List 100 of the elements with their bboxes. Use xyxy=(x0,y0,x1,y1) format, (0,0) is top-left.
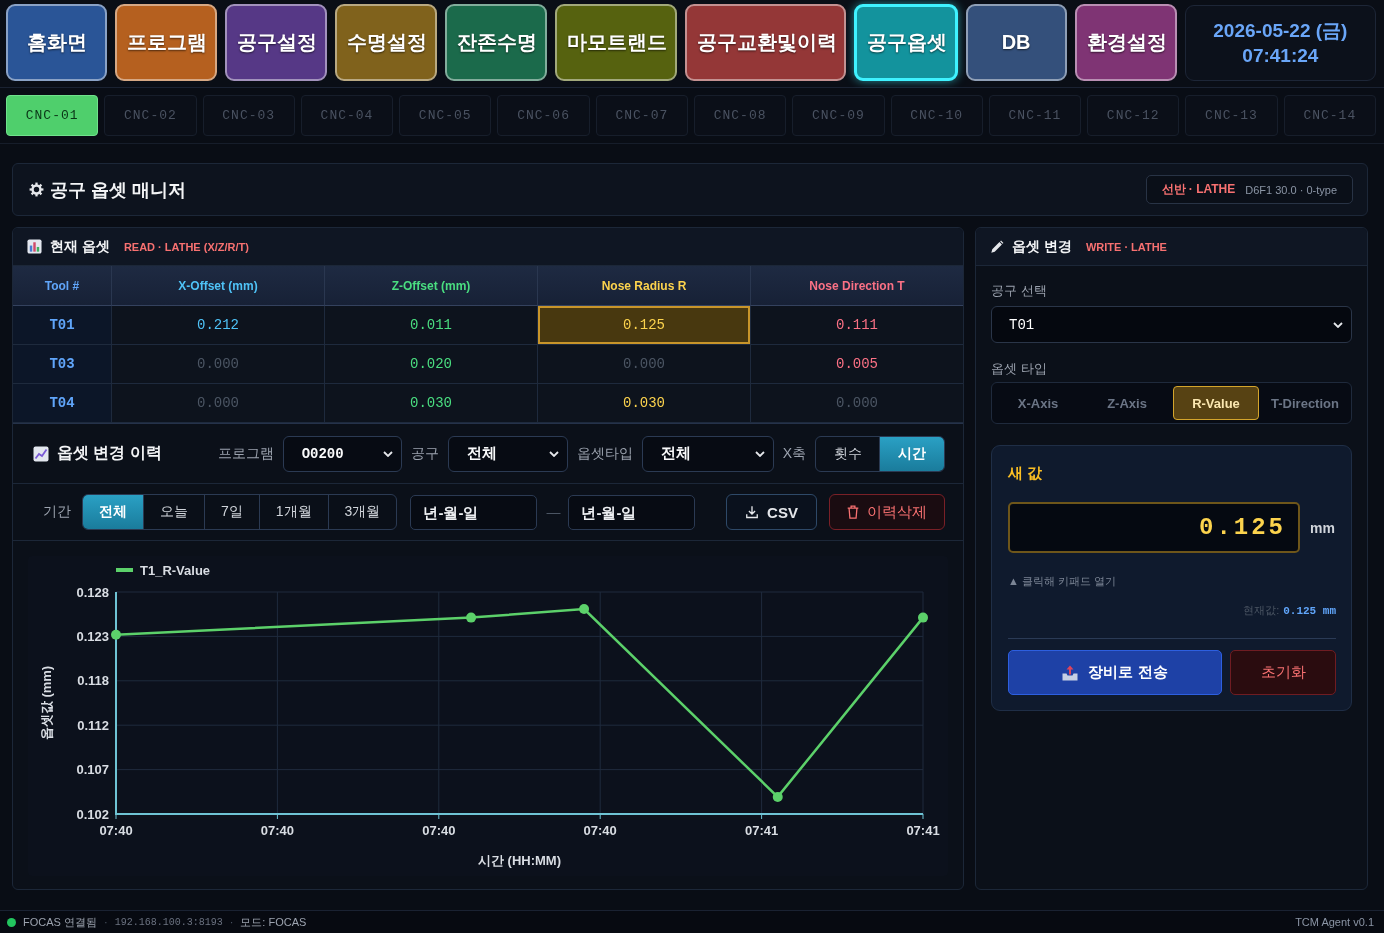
table-cell: 0.011 xyxy=(325,306,538,345)
column-header: Z-Offset (mm) xyxy=(325,266,538,306)
unit-label: mm xyxy=(1310,519,1335,536)
axis-tick-label: 0.112 xyxy=(77,717,109,733)
filter-label: 옵셋타입 xyxy=(576,444,633,463)
segment-button[interactable]: 시간 xyxy=(880,436,944,471)
connection-status: FOCAS 연결됨 xyxy=(23,914,97,930)
nav-button[interactable]: 프로그램 xyxy=(115,4,218,81)
download-icon xyxy=(745,505,760,519)
mode-tag: WRITE · LATHE xyxy=(1085,240,1167,253)
table-cell: 0.125 xyxy=(538,306,751,345)
axis-tick-label: 07:40 xyxy=(583,823,617,838)
segment-button[interactable]: 전체 xyxy=(83,495,144,529)
axis-title: 옵셋값 (mm) xyxy=(39,665,54,741)
date-field[interactable]: 년-월-일 xyxy=(568,494,696,530)
dropdown[interactable]: 전체 xyxy=(447,435,568,472)
axis-tick-label: 0.102 xyxy=(76,806,109,822)
date-field[interactable]: 년-월-일 xyxy=(410,494,538,530)
separator-dot: · xyxy=(103,916,108,928)
chevron-down-icon xyxy=(548,450,559,457)
data-point xyxy=(111,629,121,640)
trash-icon xyxy=(847,505,859,519)
filter-label: X축 xyxy=(782,444,806,463)
segment-button[interactable]: R-Value xyxy=(1173,386,1259,420)
nav-button[interactable]: 공구옵셋 xyxy=(853,4,958,81)
ip-address: 192.168.100.3:8193 xyxy=(114,916,223,928)
date-separator: — xyxy=(546,504,561,520)
table-cell: 0.000 xyxy=(112,384,325,423)
section-title: 현재 옵셋 xyxy=(50,237,110,256)
nav-button[interactable]: 환경설정 xyxy=(1074,4,1177,81)
table-cell: 0.005 xyxy=(751,345,963,384)
line-chart-icon xyxy=(33,445,49,462)
section-title: 옵셋 변경 xyxy=(1012,237,1072,256)
separator-dot: · xyxy=(229,916,234,928)
data-point xyxy=(466,612,477,623)
machine-type-label: 선반 · LATHE xyxy=(1161,181,1236,198)
axis-tick-label: 0.118 xyxy=(77,673,109,689)
nav-button[interactable]: 홈화면 xyxy=(6,4,107,81)
nav-button[interactable]: 마모트랜드 xyxy=(555,4,677,81)
delete-button[interactable]: 이력삭제 xyxy=(829,494,945,530)
table-cell: T03 xyxy=(13,345,112,384)
export-button[interactable]: CSV xyxy=(726,494,817,530)
axis-tick-label: 07:41 xyxy=(906,823,940,838)
table-cell: 0.212 xyxy=(112,306,325,345)
nav-button[interactable]: 공구교환및이력 xyxy=(684,4,846,81)
filter-label: 프로그램 xyxy=(217,444,274,463)
gear-icon xyxy=(29,182,44,197)
dropdown[interactable]: O0200 xyxy=(282,435,402,472)
field-label: 공구 선택 xyxy=(991,282,1047,299)
upload-tray-icon xyxy=(1062,664,1079,681)
segment-button[interactable]: X-Axis xyxy=(995,386,1081,420)
nav-button[interactable]: 수명설정 xyxy=(335,4,438,81)
mode-tag: READ · LATHE (X/Z/R/T) xyxy=(123,240,249,253)
data-point xyxy=(579,604,590,615)
chevron-down-icon xyxy=(382,450,393,457)
legend-line-icon xyxy=(116,568,133,572)
segment-button[interactable]: 1개월 xyxy=(259,495,329,529)
version-text: TCM Agent v0.1 xyxy=(1295,916,1374,928)
axis-tick-label: 07:40 xyxy=(99,823,133,838)
axis-tick-label: 0.107 xyxy=(76,762,109,778)
nav-button[interactable]: 잔존수명 xyxy=(445,4,548,81)
axis-tick-label: 0.128 xyxy=(76,584,109,600)
tool-dropdown[interactable]: T01 xyxy=(991,306,1352,343)
table-cell: 0.000 xyxy=(751,384,963,423)
column-header: X-Offset (mm) xyxy=(112,266,325,306)
column-header: Nose Radius R xyxy=(538,266,751,306)
pencil-icon xyxy=(990,239,1004,254)
chevron-down-icon xyxy=(754,450,765,457)
data-point xyxy=(918,612,928,623)
table-cell: 0.111 xyxy=(751,306,963,345)
value-input[interactable]: 0.125 xyxy=(1008,502,1300,553)
axis-tick-label: 07:41 xyxy=(744,823,779,838)
segment-button[interactable]: 3개월 xyxy=(328,495,397,529)
filter-label: 기간 xyxy=(43,503,71,521)
data-point xyxy=(772,791,783,802)
machine-model-label: D6F1 30.0 · 0-type xyxy=(1245,183,1337,196)
segment-button[interactable]: T-Direction xyxy=(1262,386,1348,420)
send-button[interactable]: 장비로 전송 xyxy=(1008,650,1222,695)
axis-tick-label: 07:40 xyxy=(422,823,456,838)
axis-tick-label: 0.123 xyxy=(76,628,109,644)
time-text: 07:41:24 xyxy=(1242,44,1319,68)
segment-button[interactable]: 7일 xyxy=(205,495,260,529)
date-text: 2026-05-22 (금) xyxy=(1213,19,1348,43)
filter-label: 공구 xyxy=(410,444,439,463)
section-title: 옵셋 변경 이력 xyxy=(57,443,162,463)
axis-title: 시간 (HH:MM) xyxy=(478,853,561,868)
segment-button[interactable]: Z-Axis xyxy=(1084,386,1170,420)
card-title: 새 값 xyxy=(1008,464,1043,482)
table-cell: 0.000 xyxy=(112,345,325,384)
table-cell: 0.020 xyxy=(325,345,538,384)
dropdown[interactable]: 전체 xyxy=(641,435,774,472)
table-cell: 0.030 xyxy=(325,384,538,423)
reset-button[interactable]: 초기화 xyxy=(1230,650,1336,695)
nav-button[interactable]: 공구설정 xyxy=(225,4,328,81)
bar-chart-icon xyxy=(27,239,42,254)
machine-tab[interactable]: CNC-01 xyxy=(6,95,99,136)
current-value: 0.125 mm xyxy=(1283,605,1336,617)
nav-button[interactable]: DB xyxy=(965,4,1067,81)
table-cell: T04 xyxy=(13,384,112,423)
segment-button[interactable]: 오늘 xyxy=(144,495,205,529)
